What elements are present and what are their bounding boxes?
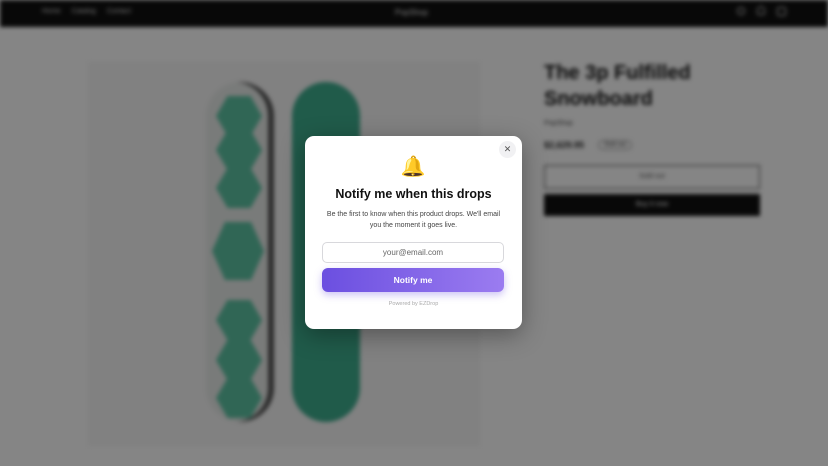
- notify-modal: ✕ 🔔 Notify me when this drops Be the fir…: [305, 136, 522, 329]
- modal-description: Be the first to know when this product d…: [326, 211, 501, 229]
- powered-by-text: Powered by EZDrop: [388, 301, 439, 307]
- close-icon[interactable]: ✕: [499, 141, 516, 158]
- modal-title: Notify me when this drops: [335, 187, 492, 201]
- email-input[interactable]: [322, 242, 504, 263]
- notify-button[interactable]: Notify me: [322, 268, 504, 292]
- bell-icon: 🔔: [400, 156, 426, 178]
